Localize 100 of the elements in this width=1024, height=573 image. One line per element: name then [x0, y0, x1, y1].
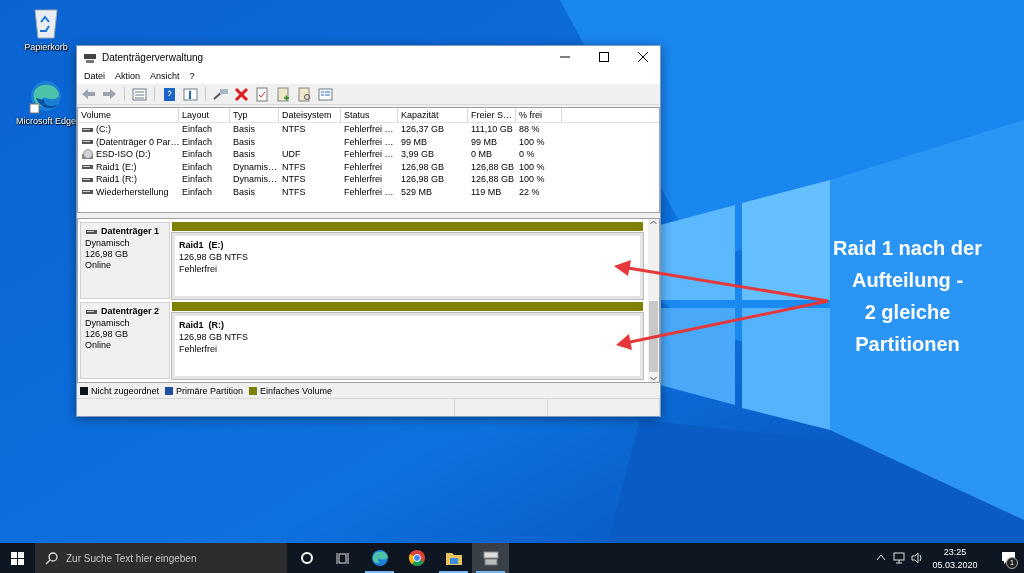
table-cell: NTFS [282, 161, 306, 172]
drive-icon [81, 162, 94, 172]
table-cell: Fehlerfrei … [344, 124, 394, 135]
table-cell: 3,99 GB [401, 149, 435, 160]
search-icon [45, 552, 58, 565]
disk-management-icon [480, 548, 501, 568]
disk-label-panel[interactable]: Datenträger 1 Dynamisch 126,98 GB Online [80, 222, 170, 299]
table-cell: 529 MB [401, 186, 433, 197]
table-cell: Einfach [182, 174, 213, 185]
table-cell: 100 % [519, 161, 545, 172]
table-cell: 126,98 GB [401, 174, 445, 185]
desktop-icon-label[interactable]: Microsoft Edge [16, 116, 76, 126]
table-cell: Fehlerfrei [344, 161, 382, 172]
table-cell: 99 MB [401, 136, 427, 147]
partition-box[interactable]: Raid1 (R:) 126,98 GB NTFS Fehlerfrei [172, 313, 643, 379]
table-cell: 100 % [519, 174, 545, 185]
table-cell: Basis [233, 186, 255, 197]
table-cell: 99 MB [471, 136, 497, 147]
document-add-icon [275, 85, 292, 103]
scroll-up-icon [649, 219, 658, 227]
table-cell: 0 MB [471, 149, 492, 160]
table-cell: Basis [233, 124, 255, 135]
monitor-icon [893, 551, 905, 565]
annotation-text: Raid 1 nach der Aufteilung - 2 gleiche Partitionen [832, 236, 983, 357]
table-cell: 126,88 GB [471, 174, 515, 185]
table-cell: (C:) [96, 124, 111, 135]
column-header[interactable]: Dateisystem [279, 108, 341, 122]
desktop-icon-label[interactable]: Papierkorb [24, 42, 68, 52]
menu-item[interactable]: Datei [79, 68, 110, 84]
legend-label: Nicht zugeordnet [91, 385, 160, 396]
speaker-icon [911, 551, 923, 565]
table-cell: 126,88 GB [471, 161, 515, 172]
clock[interactable]: 23:25 05.03.2020 [926, 543, 984, 573]
partition-name: Raid1 (R:) [179, 320, 225, 330]
circle-icon [300, 551, 314, 565]
partition-size: 126,98 GB NTFS [179, 332, 250, 342]
column-header[interactable]: Freier S… [468, 108, 516, 122]
toolbar-button[interactable] [275, 85, 292, 103]
toolbar-button[interactable] [233, 85, 250, 103]
drive-icon [81, 137, 94, 147]
scrollbar[interactable] [648, 219, 659, 382]
window-title: Datenträgerverwaltung [102, 51, 205, 63]
table-cell: Dynamis… [233, 174, 277, 185]
table-cell: Raid1 (R:) [96, 174, 137, 185]
disk-label-panel[interactable]: Datenträger 2 Dynamisch 126,98 GB Online [80, 302, 170, 379]
disk-name: Datenträger 2 [101, 306, 160, 316]
toolbar-button[interactable] [254, 85, 271, 103]
edge-logo-icon[interactable] [28, 78, 64, 114]
disk-info: 126,98 GB [85, 329, 130, 339]
column-header[interactable]: % frei [516, 108, 562, 122]
checklist-icon [254, 85, 271, 103]
legend-label: Primäre Partition [176, 385, 244, 396]
toolbar-button[interactable] [161, 85, 178, 103]
column-header[interactable]: Volume [78, 108, 179, 122]
table-cell: NTFS [282, 174, 306, 185]
table-cell: Fehlerfrei … [344, 149, 394, 160]
table-cell: Raid1 (E:) [96, 161, 137, 172]
table-cell: (Datenträger 0 Par… [96, 136, 180, 147]
menu-item[interactable]: Ansicht [145, 68, 185, 84]
partition-name: Raid1 (E:) [179, 240, 225, 250]
delete-icon [233, 85, 250, 103]
menu-item[interactable]: ? [184, 68, 200, 84]
table-cell: Fehlerfrei [344, 174, 382, 185]
table-cell: UDF [282, 149, 301, 160]
partition-status: Fehlerfrei [179, 344, 218, 354]
disk-info: Dynamisch [85, 238, 131, 248]
drive-icon [81, 187, 94, 197]
toolbar-button[interactable] [296, 85, 313, 103]
column-header[interactable]: Typ [230, 108, 279, 122]
table-cell: ESD-ISO (D:) [96, 149, 151, 160]
toolbar-button[interactable] [182, 85, 199, 103]
partition-size: 126,98 GB NTFS [179, 252, 250, 262]
properties-icon [317, 85, 334, 103]
cd-drive-icon [81, 148, 94, 160]
table-cell: Einfach [182, 124, 213, 135]
disk-info: 126,98 GB [85, 249, 130, 259]
table-cell: 100 % [519, 136, 545, 147]
partition-box[interactable]: Raid1 (E:) 126,98 GB NTFS Fehlerfrei [172, 233, 643, 299]
scroll-down-icon [649, 374, 658, 382]
table-cell: 22 % [519, 186, 540, 197]
menu-item[interactable]: Aktion [110, 68, 146, 84]
table-cell: 126,37 GB [401, 124, 445, 135]
table-cell: Einfach [182, 136, 213, 147]
table-cell: 88 % [519, 124, 540, 135]
partition-status: Fehlerfrei [179, 264, 218, 274]
help-icon [161, 85, 178, 103]
legend-label: Einfaches Volume [260, 385, 333, 396]
search-field[interactable]: Zur Suche Text hier eingeben [35, 543, 287, 573]
column-header[interactable]: Kapazität [398, 108, 468, 122]
column-header[interactable]: Layout [179, 108, 230, 122]
disk-info: Online [85, 260, 112, 270]
table-cell: Basis [233, 149, 255, 160]
table-cell: NTFS [282, 186, 306, 197]
table-cell: Einfach [182, 161, 213, 172]
table-cell: 119 MB [471, 186, 502, 197]
document-search-icon [296, 85, 313, 103]
table-cell: Fehlerfrei … [344, 136, 394, 147]
column-header[interactable]: Status [341, 108, 398, 122]
taskbar-app[interactable] [472, 543, 509, 573]
chrome-logo-icon [406, 548, 427, 568]
